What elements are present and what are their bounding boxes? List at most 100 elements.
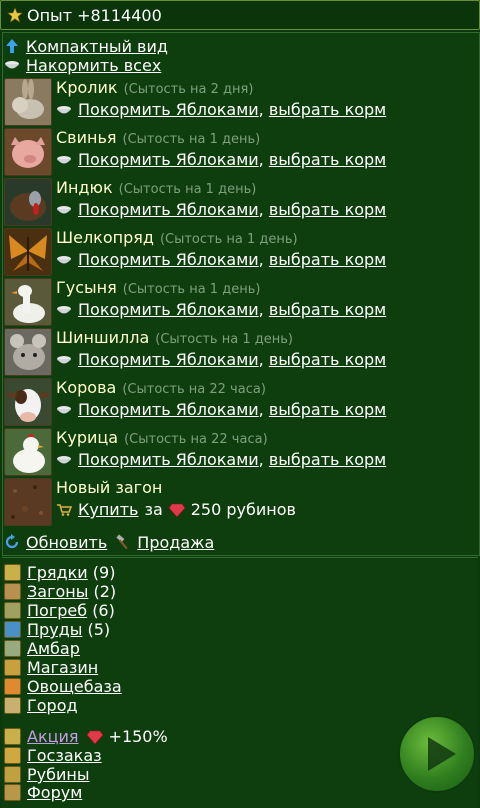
choose-feed-link[interactable]: выбрать корм [269, 450, 386, 469]
choose-feed-link[interactable]: выбрать корм [269, 350, 386, 369]
choose-feed-link[interactable]: выбрать корм [269, 400, 386, 419]
feed-bowl-icon [56, 355, 72, 364]
feed-bowl-icon [56, 105, 72, 114]
satiety-text: (Сытость на 1 день) [159, 232, 298, 247]
pens-icon [4, 583, 21, 600]
choose-feed-link[interactable]: выбрать корм [269, 200, 386, 219]
menu-item-label[interactable]: Грядки [27, 563, 88, 582]
buy-link[interactable]: Купить [78, 500, 138, 519]
price-text: 250 рубинов [190, 500, 296, 519]
forum-icon [4, 784, 21, 801]
rabbit-image [4, 78, 52, 126]
animal-name: Индюк [56, 178, 113, 197]
animal-name: Свинья [56, 128, 117, 147]
ruby-icon [168, 503, 185, 517]
ponds-icon [4, 621, 21, 638]
feed-apples-link[interactable]: Покормить Яблоками [78, 200, 259, 219]
feed-bowl-icon [4, 61, 20, 69]
menu-item-pens[interactable]: Загоны (2) [4, 582, 116, 601]
menu-item-count: (2) [93, 582, 117, 601]
star-icon [7, 7, 23, 23]
animal-name: Курица [56, 428, 119, 447]
animal-row: Гусыня (Сытость на 1 день) Покормить Ябло… [4, 278, 474, 326]
feed-bowl-icon [56, 455, 72, 464]
sell-link[interactable]: Продажа [137, 533, 214, 552]
feed-apples-link[interactable]: Покормить Яблоками [78, 150, 259, 169]
veg-base-icon [4, 678, 21, 695]
feed-bowl-icon [56, 205, 72, 214]
satiety-text: (Сытость на 1 день) [155, 332, 293, 347]
promo-link[interactable]: Акция [27, 727, 79, 746]
menu-item-promo[interactable]: Акция +150% [4, 727, 168, 746]
cellar-icon [4, 602, 21, 619]
xp-bar: Опыт +8114400 [0, 0, 480, 30]
feed-bowl-icon [56, 255, 72, 264]
menu-item-gov-order[interactable]: Госзаказ [4, 746, 102, 765]
animal-row: Курица (Сытость на 22 часа) Покормить Ябл… [4, 428, 474, 476]
menu-item-rubies[interactable]: Рубины [4, 765, 89, 784]
menu-item-count: (6) [92, 601, 115, 620]
rubies-icon [4, 766, 21, 783]
choose-feed-link[interactable]: выбрать корм [269, 150, 386, 169]
animal-row: Индюк (Сытость на 1 день) Покормить Яблок… [4, 178, 474, 226]
menu-item-cellar[interactable]: Погреб (6) [4, 601, 115, 620]
animal-row: Кролик (Сытость на 2 дня) Покормить Яблок… [4, 78, 474, 126]
refresh-icon [5, 534, 19, 549]
menu-item-label[interactable]: Пруды [27, 620, 82, 639]
feed-apples-link[interactable]: Покормить Яблоками [78, 400, 259, 419]
refresh-link[interactable]: Обновить [26, 533, 107, 552]
city-icon [4, 697, 21, 714]
animal-row: Корова (Сытость на 22 часа) Покормить Ябл… [4, 378, 474, 426]
new-pen-title: Новый загон [56, 478, 163, 497]
menu-item-forum[interactable]: Форум [4, 783, 82, 802]
silkworm-image [4, 228, 52, 276]
animal-row: Шиншилла (Сытость на 1 день) Покормить Яб… [4, 328, 474, 376]
feed-bowl-icon [56, 405, 72, 414]
menu-item-label[interactable]: Рубины [27, 765, 89, 784]
feed-apples-link[interactable]: Покормить Яблоками [78, 350, 259, 369]
promo-bonus: +150% [108, 727, 168, 746]
menu-item-label[interactable]: Магазин [27, 658, 98, 677]
dirt-plot-image [4, 478, 52, 526]
menu-item-label[interactable]: Овощебаза [27, 677, 122, 696]
animal-name: Шиншилла [56, 328, 150, 347]
feed-apples-link[interactable]: Покормить Яблоками [78, 100, 259, 119]
feed-bowl-icon [56, 305, 72, 314]
menu-item-barn[interactable]: Амбар [4, 639, 80, 658]
feed-all-link[interactable]: Накормить всех [26, 56, 161, 75]
feed-apples-link[interactable]: Покормить Яблоками [78, 250, 259, 269]
goose-image [4, 278, 52, 326]
satiety-text: (Сытость на 22 часа) [124, 432, 268, 447]
choose-feed-link[interactable]: выбрать корм [269, 300, 386, 319]
menu-item-city[interactable]: Город [4, 696, 78, 715]
satiety-text: (Сытость на 1 день) [118, 182, 257, 197]
animal-name: Шелкопряд [56, 228, 154, 247]
promo-icon [4, 728, 21, 745]
menu-item-label[interactable]: Загоны [27, 582, 88, 601]
menu-item-label[interactable]: Город [27, 696, 78, 715]
play-button[interactable] [398, 715, 476, 793]
feed-apples-link[interactable]: Покормить Яблоками [78, 450, 259, 469]
animal-name: Кролик [56, 78, 118, 97]
menu-item-shop[interactable]: Магазин [4, 658, 98, 677]
satiety-text: (Сытость на 22 часа) [122, 382, 266, 397]
chinchilla-image [4, 328, 52, 376]
cart-icon [57, 503, 72, 516]
menu-item-label[interactable]: Погреб [27, 601, 87, 620]
menu-item-veg-base[interactable]: Овощебаза [4, 677, 122, 696]
feed-apples-link[interactable]: Покормить Яблоками [78, 300, 259, 319]
new-pen-row: Новый загон Купить за 250 рубинов [4, 478, 474, 526]
menu-item-ponds[interactable]: Пруды (5) [4, 620, 110, 639]
menu-item-count: (9) [92, 563, 116, 582]
choose-feed-link[interactable]: выбрать корм [269, 250, 386, 269]
satiety-text: (Сытость на 2 дня) [123, 82, 254, 97]
ruby-icon [86, 730, 103, 744]
menu-item-label[interactable]: Амбар [27, 639, 80, 658]
compact-view-link[interactable]: Компактный вид [26, 37, 168, 56]
animal-name: Гусыня [56, 278, 117, 297]
choose-feed-link[interactable]: выбрать корм [269, 100, 386, 119]
menu-item-label[interactable]: Госзаказ [27, 746, 102, 765]
beds-icon [4, 564, 21, 581]
menu-item-beds[interactable]: Грядки (9) [4, 563, 115, 582]
menu-item-label[interactable]: Форум [27, 783, 82, 802]
